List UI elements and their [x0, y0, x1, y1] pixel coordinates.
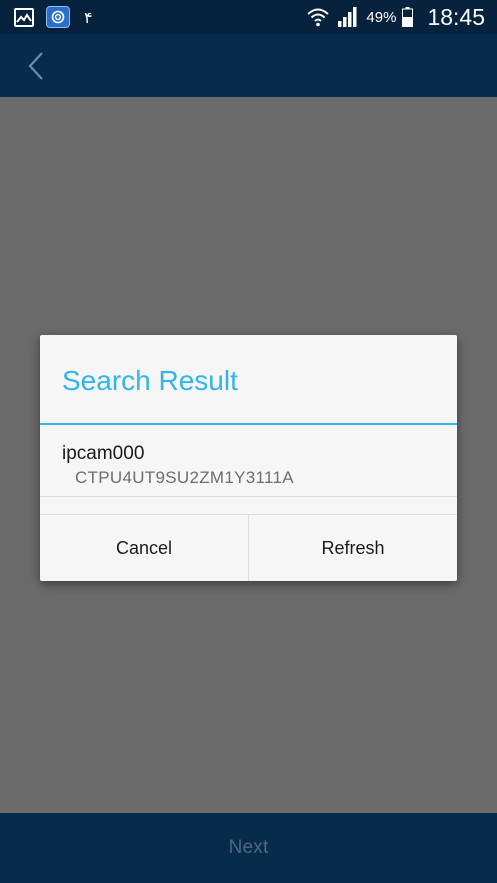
wifi-icon: [307, 8, 330, 27]
device-name: ipcam000: [62, 443, 145, 464]
list-divider: [40, 496, 457, 497]
refresh-button[interactable]: Refresh: [249, 515, 457, 581]
status-bar-system: 49% 18:45: [306, 3, 485, 31]
notification-text: ۴: [84, 7, 93, 27]
chevron-left-icon: [28, 52, 43, 80]
battery-icon: [402, 7, 414, 27]
next-button[interactable]: Next: [229, 837, 269, 859]
app-notification-icon: [46, 6, 70, 28]
battery-percent: 49%: [366, 8, 397, 26]
back-button[interactable]: [18, 48, 54, 84]
status-bar-notifications: ۴: [14, 5, 93, 29]
list-item[interactable]: ipcam000 CTPU4UT9SU2ZM1Y3111A: [40, 425, 457, 495]
app-header: [0, 34, 497, 97]
clock: 18:45: [427, 3, 485, 30]
bottom-bar: Next: [0, 813, 497, 883]
search-result-dialog: Search Result ipcam000 CTPU4UT9SU2ZM1Y31…: [40, 335, 457, 581]
status-bar: ۴ 49% 18:45: [0, 0, 497, 34]
signal-icon: [338, 7, 357, 27]
dialog-title: Search Result: [62, 365, 238, 396]
device-id: CTPU4UT9SU2ZM1Y3111A: [75, 468, 294, 487]
cancel-button[interactable]: Cancel: [40, 515, 248, 581]
gallery-icon: [14, 7, 34, 27]
